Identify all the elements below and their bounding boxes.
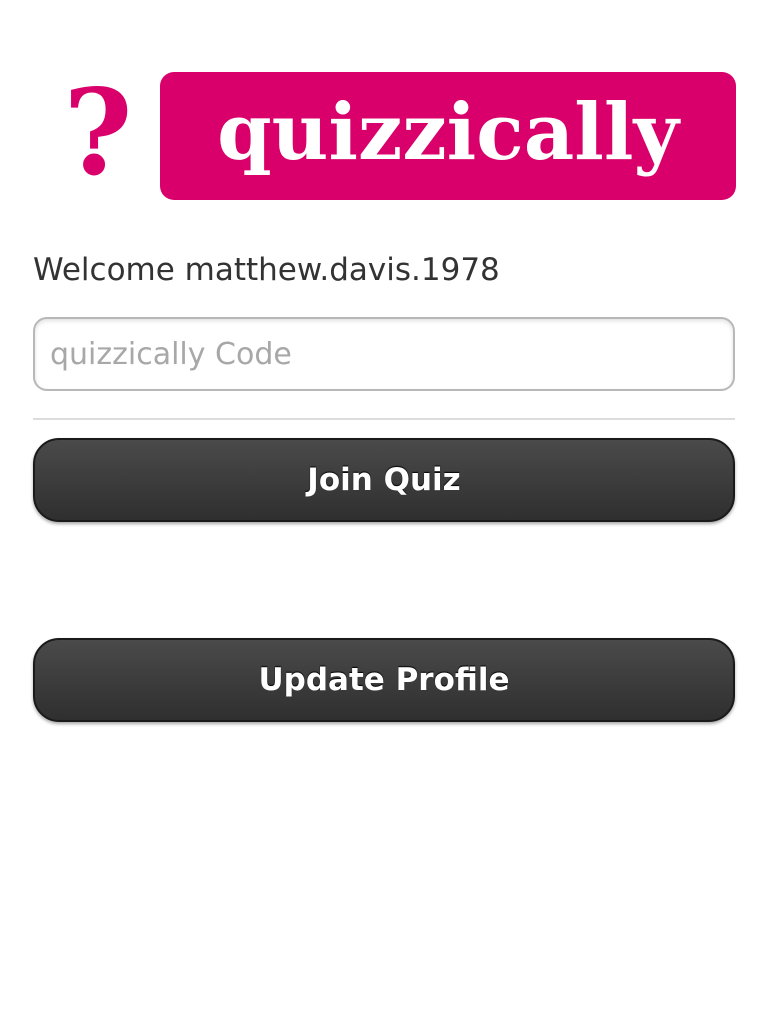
quiz-code-input[interactable] <box>33 317 735 391</box>
login-screen: ? quizzically Welcome matthew.davis.1978… <box>0 0 768 1024</box>
logo-banner: quizzically <box>160 72 736 200</box>
app-logo: ? quizzically <box>0 72 768 200</box>
update-profile-button[interactable]: Update Profile <box>33 638 735 722</box>
logo-wordmark: quizzically <box>217 87 679 178</box>
divider <box>33 418 735 420</box>
welcome-message: Welcome matthew.davis.1978 <box>33 252 500 288</box>
question-mark-icon: ? <box>63 63 133 202</box>
join-quiz-button[interactable]: Join Quiz <box>33 438 735 522</box>
